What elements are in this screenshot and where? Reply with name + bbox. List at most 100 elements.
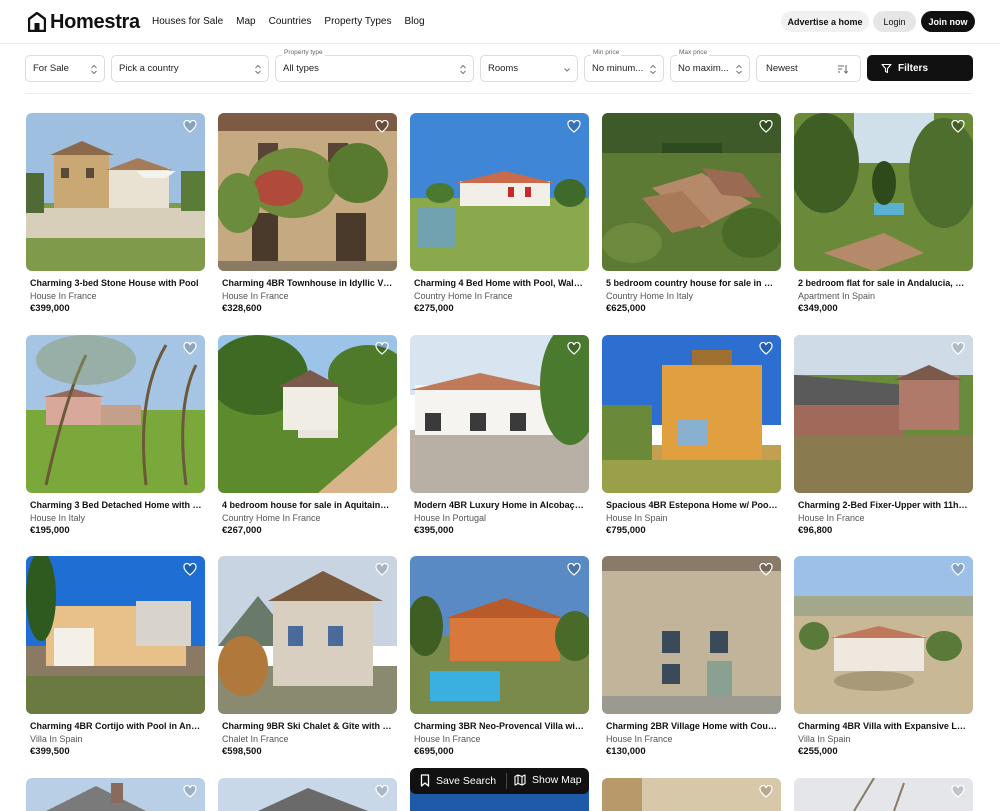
- listing-card[interactable]: Charming 3 Bed Detached Home with Garden…: [26, 335, 205, 540]
- listing-photo: [410, 556, 589, 714]
- listing-title: Charming 3-bed Stone House with Pool: [30, 278, 199, 288]
- listing-card[interactable]: 4 bedroom house for sale in Aquitaine, F…: [218, 335, 397, 540]
- listing-type: House In Portugal: [414, 513, 487, 523]
- property-type-select[interactable]: Property type All types: [275, 49, 474, 82]
- listing-photo: [218, 778, 397, 811]
- heart-icon[interactable]: [375, 342, 389, 355]
- updown-chevron-icon: [255, 64, 261, 75]
- listing-price: €625,000: [606, 303, 646, 314]
- listing-photo: [26, 113, 205, 271]
- listing-price: €267,000: [222, 525, 262, 536]
- listing-type: House In Italy: [30, 513, 86, 523]
- heart-icon[interactable]: [375, 563, 389, 576]
- heart-icon[interactable]: [951, 563, 965, 576]
- listing-card[interactable]: [602, 778, 781, 811]
- save-search-label: Save Search: [436, 774, 497, 787]
- listing-card[interactable]: Charming 9BR Ski Chalet & Gîte with View…: [218, 556, 397, 761]
- listing-card[interactable]: [794, 778, 973, 811]
- logo[interactable]: Homestra: [28, 11, 140, 33]
- listing-card[interactable]: [218, 778, 397, 811]
- house-logo-icon: [28, 12, 46, 32]
- nav-blog[interactable]: Blog: [405, 15, 425, 29]
- rooms-select[interactable]: Rooms: [480, 55, 578, 82]
- listing-title: Charming 4BR Cortijo with Pool in Andalu…: [30, 721, 202, 731]
- listing-photo: [794, 113, 973, 271]
- rooms-value: Rooms: [488, 63, 519, 74]
- heart-icon[interactable]: [759, 785, 773, 798]
- listing-title: 5 bedroom country house for sale in Umbr…: [606, 278, 778, 288]
- brand-name: Homestra: [50, 11, 140, 33]
- divider: [506, 773, 507, 789]
- listing-card[interactable]: [26, 778, 205, 811]
- min-price-select[interactable]: Min price No minum...: [584, 49, 664, 82]
- listing-title: Charming 4 Bed Home with Pool, Walk to V…: [414, 278, 586, 288]
- min-price-value: No minum...: [592, 63, 644, 74]
- listing-photo: [602, 335, 781, 493]
- heart-icon[interactable]: [375, 785, 389, 798]
- heart-icon[interactable]: [759, 342, 773, 355]
- listing-card[interactable]: Charming 4BR Villa with Expansive Land &…: [794, 556, 973, 761]
- nav-houses-for-sale[interactable]: Houses for Sale: [152, 15, 223, 29]
- heart-icon[interactable]: [375, 120, 389, 133]
- heart-icon[interactable]: [183, 563, 197, 576]
- heart-icon[interactable]: [183, 342, 197, 355]
- listing-photo: [794, 335, 973, 493]
- listing-type: House In France: [798, 513, 865, 523]
- listing-type: House In Spain: [606, 513, 668, 523]
- listing-photo: [602, 113, 781, 271]
- main-nav: Houses for Sale Map Countries Property T…: [152, 15, 425, 29]
- listing-card[interactable]: Charming 4BR Townhouse in Idyllic Villag…: [218, 113, 397, 318]
- listing-card[interactable]: Spacious 4BR Estepona Home w/ Pool & Vie…: [602, 335, 781, 540]
- listing-title: Modern 4BR Luxury Home in Alcobaça with …: [414, 500, 586, 510]
- heart-icon[interactable]: [183, 785, 197, 798]
- listing-card[interactable]: Charming 4 Bed Home with Pool, Walk to V…: [410, 113, 589, 318]
- heart-icon[interactable]: [759, 563, 773, 576]
- nav-property-types[interactable]: Property Types: [324, 15, 391, 29]
- max-price-label: Max price: [677, 49, 710, 56]
- listing-card[interactable]: 5 bedroom country house for sale in Umbr…: [602, 113, 781, 318]
- show-map-button[interactable]: Show Map: [514, 774, 582, 786]
- heart-icon[interactable]: [567, 563, 581, 576]
- login-button[interactable]: Login: [873, 11, 916, 32]
- listing-title: Charming 4BR Villa with Expansive Land &…: [798, 721, 970, 731]
- sort-select[interactable]: Newest: [756, 55, 861, 82]
- listing-price: €395,000: [414, 525, 454, 536]
- listing-photo: [218, 335, 397, 493]
- updown-chevron-icon: [91, 64, 97, 75]
- listing-title: Charming 9BR Ski Chalet & Gîte with View…: [222, 721, 394, 731]
- listing-type: House In France: [606, 734, 673, 744]
- join-now-button[interactable]: Join now: [921, 11, 975, 32]
- listing-price: €695,000: [414, 746, 454, 757]
- listing-card[interactable]: Charming 3-bed Stone House with Pool Hou…: [26, 113, 205, 318]
- listing-card[interactable]: Charming 2-Bed Fixer-Upper with 11ha Lan…: [794, 335, 973, 540]
- listing-card[interactable]: Modern 4BR Luxury Home in Alcobaça with …: [410, 335, 589, 540]
- country-select[interactable]: Pick a country: [111, 55, 269, 82]
- show-map-label: Show Map: [532, 774, 582, 786]
- listing-card[interactable]: Charming 3BR Neo-Provencal Villa with Po…: [410, 556, 589, 761]
- listing-price: €130,000: [606, 746, 646, 757]
- floating-action-bar: Save Search Show Map: [410, 768, 589, 794]
- listing-type: Chalet In France: [222, 734, 289, 744]
- advertise-home-button[interactable]: Advertise a home: [781, 11, 869, 32]
- heart-icon[interactable]: [567, 120, 581, 133]
- heart-icon[interactable]: [759, 120, 773, 133]
- listing-card[interactable]: Charming 4BR Cortijo with Pool in Andalu…: [26, 556, 205, 761]
- heart-icon[interactable]: [951, 785, 965, 798]
- listing-type-select[interactable]: For Sale: [25, 55, 105, 82]
- listing-type: Apartment In Spain: [798, 291, 876, 301]
- listing-title: Charming 3 Bed Detached Home with Garden: [30, 500, 202, 510]
- nav-countries[interactable]: Countries: [269, 15, 312, 29]
- filters-button[interactable]: Filters: [867, 55, 973, 81]
- max-price-select[interactable]: Max price No maxim...: [670, 49, 750, 82]
- site-header: Homestra Houses for Sale Map Countries P…: [0, 0, 1000, 44]
- min-price-label: Min price: [591, 49, 622, 56]
- heart-icon[interactable]: [951, 342, 965, 355]
- heart-icon[interactable]: [567, 342, 581, 355]
- save-search-button[interactable]: Save Search: [420, 774, 496, 787]
- listing-title: Charming 3BR Neo-Provencal Villa with Po…: [414, 721, 586, 731]
- nav-map[interactable]: Map: [236, 15, 255, 29]
- listing-card[interactable]: Charming 2BR Village Home with Courtyard…: [602, 556, 781, 761]
- listing-card[interactable]: 2 bedroom flat for sale in Andalucia, Sp…: [794, 113, 973, 318]
- heart-icon[interactable]: [183, 120, 197, 133]
- heart-icon[interactable]: [951, 120, 965, 133]
